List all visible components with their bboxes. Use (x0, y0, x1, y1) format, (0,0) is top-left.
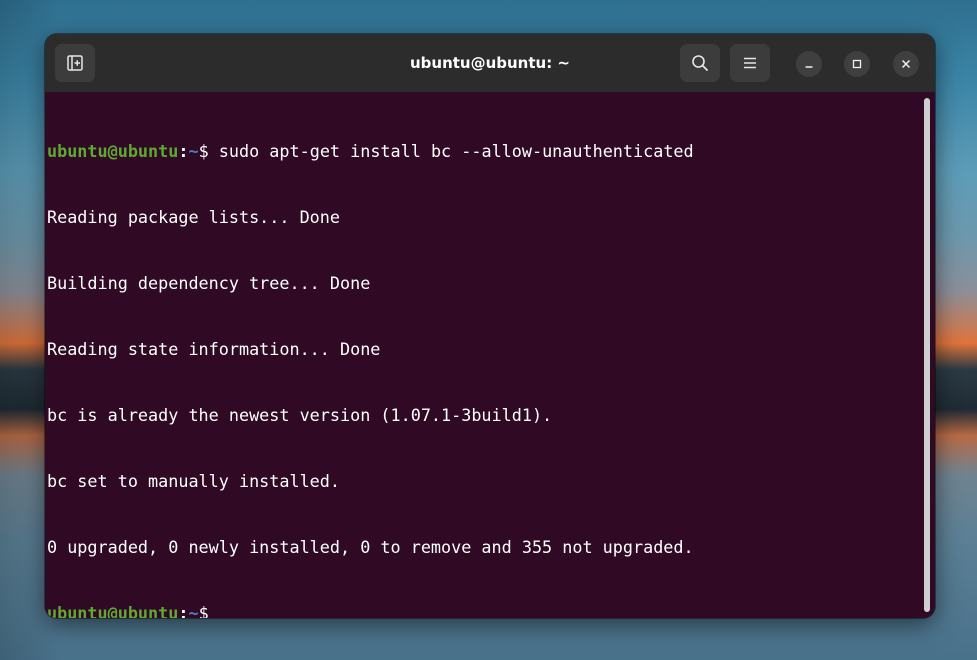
prompt-dollar: $ (198, 141, 219, 161)
new-tab-icon (65, 53, 85, 73)
close-button[interactable] (893, 51, 919, 77)
output-line: Building dependency tree... Done (47, 273, 371, 293)
prompt-user-host: ubuntu@ubuntu (47, 141, 179, 161)
prompt-path: ~ (188, 603, 199, 618)
prompt-user-host: ubuntu@ubuntu (47, 603, 179, 618)
new-tab-button[interactable] (55, 44, 95, 82)
prompt-colon: : (178, 141, 189, 161)
terminal-output-area[interactable]: ubuntu@ubuntu:~$ sudo apt-get install bc… (45, 92, 921, 618)
prompt-path: ~ (188, 141, 199, 161)
minimize-icon (803, 55, 815, 74)
main-menu-button[interactable] (730, 44, 770, 82)
search-button[interactable] (680, 44, 720, 82)
terminal-window: ubuntu@ubuntu: ~ ubuntu@ubuntu:~$ sudo a… (45, 34, 935, 618)
search-icon (690, 53, 710, 73)
maximize-button[interactable] (844, 51, 870, 77)
close-icon (900, 55, 912, 74)
output-line: 0 upgraded, 0 newly installed, 0 to remo… (47, 537, 694, 557)
output-line: Reading package lists... Done (47, 207, 340, 227)
scrollbar[interactable] (921, 92, 935, 618)
command-text: sudo apt-get install bc --allow-unauthen… (218, 141, 694, 161)
prompt-dollar: $ (198, 603, 209, 618)
terminal-command-line: ubuntu@ubuntu:~$ sudo apt-get install bc… (47, 140, 921, 162)
prompt-colon: : (178, 603, 189, 618)
output-line: Reading state information... Done (47, 339, 381, 359)
terminal-prompt-line: ubuntu@ubuntu:~$ (47, 602, 921, 618)
scrollbar-thumb[interactable] (924, 98, 930, 612)
output-line: bc is already the newest version (1.07.1… (47, 405, 553, 425)
minimize-button[interactable] (796, 51, 822, 77)
output-line: bc set to manually installed. (47, 471, 340, 491)
hamburger-menu-icon (741, 54, 759, 72)
maximize-icon (851, 55, 863, 74)
header-bar: ubuntu@ubuntu: ~ (45, 34, 935, 93)
